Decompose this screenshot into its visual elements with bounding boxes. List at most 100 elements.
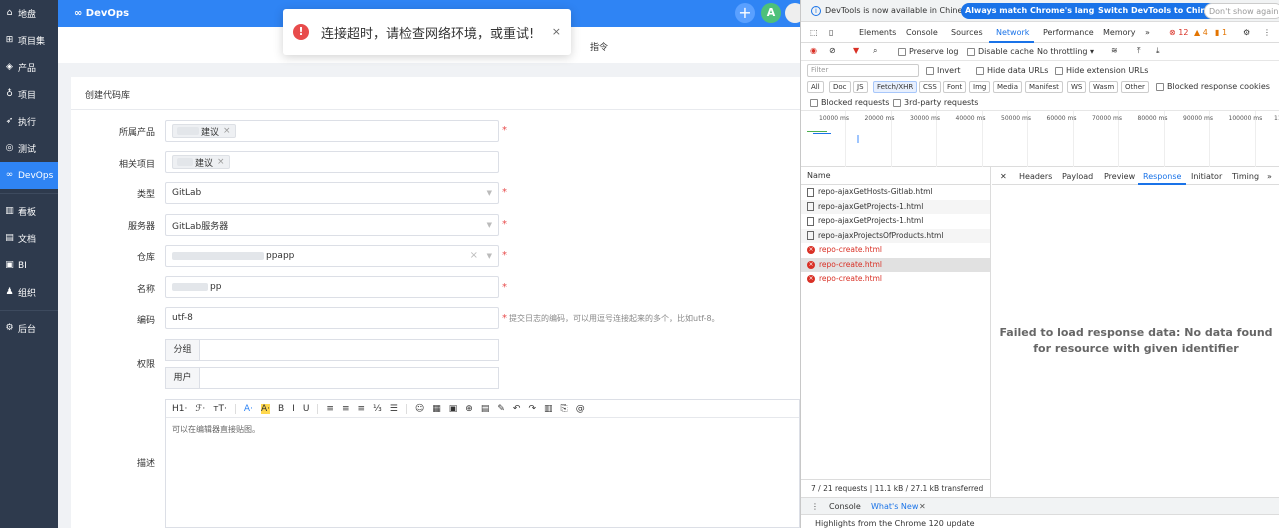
preserve-log-checkbox[interactable]: Preserve log [898, 47, 959, 56]
detail-tab-headers[interactable]: Headers [1019, 172, 1052, 181]
editor-tool-icon[interactable]: ▥ [544, 404, 553, 414]
editor-tool-icon[interactable]: ▦ [432, 404, 441, 414]
request-row[interactable]: × repo-create.html [801, 272, 990, 287]
close-icon[interactable]: ✕ [1000, 172, 1007, 181]
filter-chip-media[interactable]: Media [993, 81, 1023, 93]
dont-show-button[interactable]: Don't show again [1204, 3, 1279, 19]
invert-checkbox[interactable]: Invert [926, 66, 961, 75]
network-conditions-icon[interactable]: ≋ [1111, 46, 1118, 55]
editor-tool-icon[interactable]: ≡ [342, 404, 350, 414]
kebab-menu-icon[interactable]: ⋮ [1263, 28, 1271, 37]
editor-tool-icon[interactable]: ☺ [415, 404, 424, 414]
type-select[interactable]: GitLab ▼ [165, 182, 499, 204]
group-picker[interactable]: 分组 [165, 339, 499, 361]
encoding-input[interactable]: utf-8 [165, 307, 499, 329]
project-chip[interactable]: 建议 × [172, 155, 230, 169]
editor-tool-icon[interactable]: ℱ· [195, 404, 205, 414]
tab-sources[interactable]: Sources [951, 28, 983, 37]
drawer-tab-console[interactable]: Console [829, 502, 861, 511]
repo-select[interactable]: ppapp × ▼ [165, 245, 499, 267]
editor-tool-icon[interactable]: ≡ [326, 404, 334, 414]
sidebar-item-bi[interactable]: ▣ BI [0, 252, 58, 279]
editor-tool-icon[interactable]: ▤ [481, 404, 490, 414]
sidebar-item-program[interactable]: ⊞ 项目集 [0, 27, 58, 54]
editor-tool-icon[interactable]: тT· [213, 404, 227, 414]
filter-chip-all[interactable]: All [807, 81, 824, 93]
sidebar-item-project[interactable]: ♁ 项目 [0, 81, 58, 108]
name-input[interactable]: pp [165, 276, 499, 298]
drawer-tab-whats-new[interactable]: What's New [871, 502, 918, 511]
clear-icon[interactable]: × [470, 250, 478, 261]
close-icon[interactable]: ✕ [919, 502, 926, 511]
editor-tool-icon[interactable]: U [303, 404, 310, 414]
detail-tab-preview[interactable]: Preview [1104, 172, 1135, 181]
more-tabs-icon[interactable]: » [1145, 28, 1150, 37]
inspect-icon[interactable]: ⬚ [810, 28, 818, 37]
sidebar-item-test[interactable]: ◎ 测试 [0, 135, 58, 162]
record-icon[interactable]: ◉ [810, 46, 817, 55]
product-picker[interactable]: 建议 × [165, 120, 499, 142]
request-row[interactable]: × repo-create.html [801, 243, 990, 258]
name-column-header[interactable]: Name [801, 167, 990, 185]
editor-tool-icon[interactable]: ⅓ [373, 404, 382, 414]
sidebar-item-doc[interactable]: ▤ 文档 [0, 225, 58, 252]
editor-body[interactable]: 可以在编辑器直接贴图。 [166, 418, 799, 441]
user-picker[interactable]: 用户 [165, 367, 499, 389]
download-icon[interactable]: ⤓ [1156, 46, 1160, 56]
upload-icon[interactable]: ⤒ [1137, 46, 1141, 56]
product-chip[interactable]: 建议 × [172, 124, 236, 138]
close-icon[interactable]: × [223, 126, 231, 136]
filter-chip-doc[interactable]: Doc [829, 81, 851, 93]
settings-gear-icon[interactable]: ⚙ [1243, 28, 1250, 37]
blocked-requests-checkbox[interactable]: Blocked requests [810, 98, 889, 107]
third-party-checkbox[interactable]: 3rd-party requests [893, 98, 978, 107]
filter-icon[interactable]: ▼ [853, 46, 859, 55]
editor-tool-icon[interactable]: B [278, 404, 284, 414]
editor-tool-icon[interactable]: ▣ [449, 404, 458, 414]
disable-cache-checkbox[interactable]: Disable cache [967, 47, 1034, 56]
create-plus-button[interactable]: + [735, 3, 755, 23]
sidebar-item-admin[interactable]: ⚙ 后台 [0, 315, 58, 342]
warning-count-badge[interactable]: ▲ 4 [1194, 28, 1208, 37]
project-picker[interactable]: 建议 × [165, 151, 499, 173]
request-row[interactable]: × repo-create.html [801, 257, 990, 272]
sidebar-item-kanban[interactable]: ▥ 看板 [0, 198, 58, 225]
tab-console[interactable]: Console [906, 28, 938, 37]
subnav-item-instruction[interactable]: 指令 [590, 40, 608, 53]
filter-chip-ws[interactable]: WS [1067, 81, 1087, 93]
filter-chip-manifest[interactable]: Manifest [1025, 81, 1063, 93]
more-tabs-icon[interactable]: » [1267, 172, 1272, 181]
filter-chip-img[interactable]: Img [969, 81, 991, 93]
search-icon[interactable]: ⌕ [873, 46, 877, 56]
request-row[interactable]: repo-ajaxGetHosts-Gitlab.html [801, 185, 990, 200]
request-row[interactable]: repo-ajaxProjectsOfProducts.html [801, 228, 990, 243]
tab-network[interactable]: Network [996, 28, 1029, 37]
editor-tool-icon[interactable]: ↶ [513, 404, 521, 414]
editor-tool-icon[interactable]: ✎ [497, 404, 505, 414]
device-toggle-icon[interactable]: ▯ [829, 28, 833, 37]
editor-tool-icon[interactable]: ↷ [528, 404, 536, 414]
avatar[interactable]: A [761, 3, 781, 23]
sidebar-item-org[interactable]: ♟ 组织 [0, 279, 58, 306]
request-row[interactable]: repo-ajaxGetProjects-1.html [801, 199, 990, 214]
detail-tab-timing[interactable]: Timing [1232, 172, 1259, 181]
filter-chip-css[interactable]: CSS [919, 81, 941, 93]
filter-chip-fetchxhr[interactable]: Fetch/XHR [873, 81, 918, 93]
server-select[interactable]: GitLab服务器 ▼ [165, 214, 499, 236]
editor-tool-icon[interactable]: ⊕ [465, 404, 473, 414]
issue-count-badge[interactable]: ▮ 1 [1215, 28, 1227, 37]
editor-tool-icon[interactable]: @ [576, 404, 585, 414]
filter-input[interactable]: Filter [807, 64, 919, 77]
filter-chip-wasm[interactable]: Wasm [1089, 81, 1119, 93]
tab-elements[interactable]: Elements [859, 28, 896, 37]
network-timeline[interactable]: 10000 ms 20000 ms 30000 ms 40000 ms 50000 ms… [801, 111, 1279, 167]
filter-chip-font[interactable]: Font [943, 81, 967, 93]
editor-tool-icon[interactable]: I [292, 404, 295, 414]
detail-tab-response[interactable]: Response [1143, 172, 1181, 181]
sidebar-item-execution[interactable]: ➶ 执行 [0, 108, 58, 135]
clear-icon[interactable]: ⊘ [829, 46, 836, 55]
editor-tool-icon[interactable]: ⎘ [561, 404, 568, 414]
close-icon[interactable]: × [217, 157, 225, 167]
throttling-select[interactable]: No throttling ▾ [1037, 47, 1094, 56]
blocked-cookies-checkbox[interactable]: Blocked response cookies [1156, 82, 1270, 91]
